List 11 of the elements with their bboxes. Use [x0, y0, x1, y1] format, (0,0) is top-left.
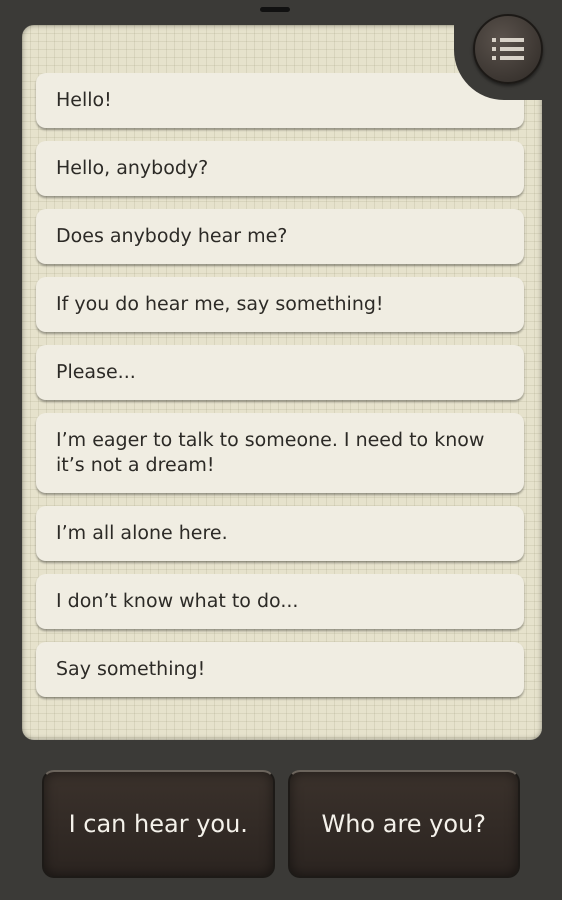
message-bubble: I don’t know what to do... [36, 574, 524, 629]
reply-button[interactable]: I can hear you. [42, 770, 274, 878]
message-bubble: Please... [36, 345, 524, 400]
message-bubble: If you do hear me, say something! [36, 277, 524, 332]
message-bubble: I’m eager to talk to someone. I need to know it’s not a dream! [36, 413, 524, 493]
reply-button[interactable]: Who are you? [288, 770, 520, 878]
message-bubble: Say something! [36, 642, 524, 697]
message-bubble: Hello, anybody? [36, 141, 524, 196]
message-bubble: I’m all alone here. [36, 506, 524, 561]
message-bubble: Hello! [36, 73, 524, 128]
message-bubble: Does anybody hear me? [36, 209, 524, 264]
